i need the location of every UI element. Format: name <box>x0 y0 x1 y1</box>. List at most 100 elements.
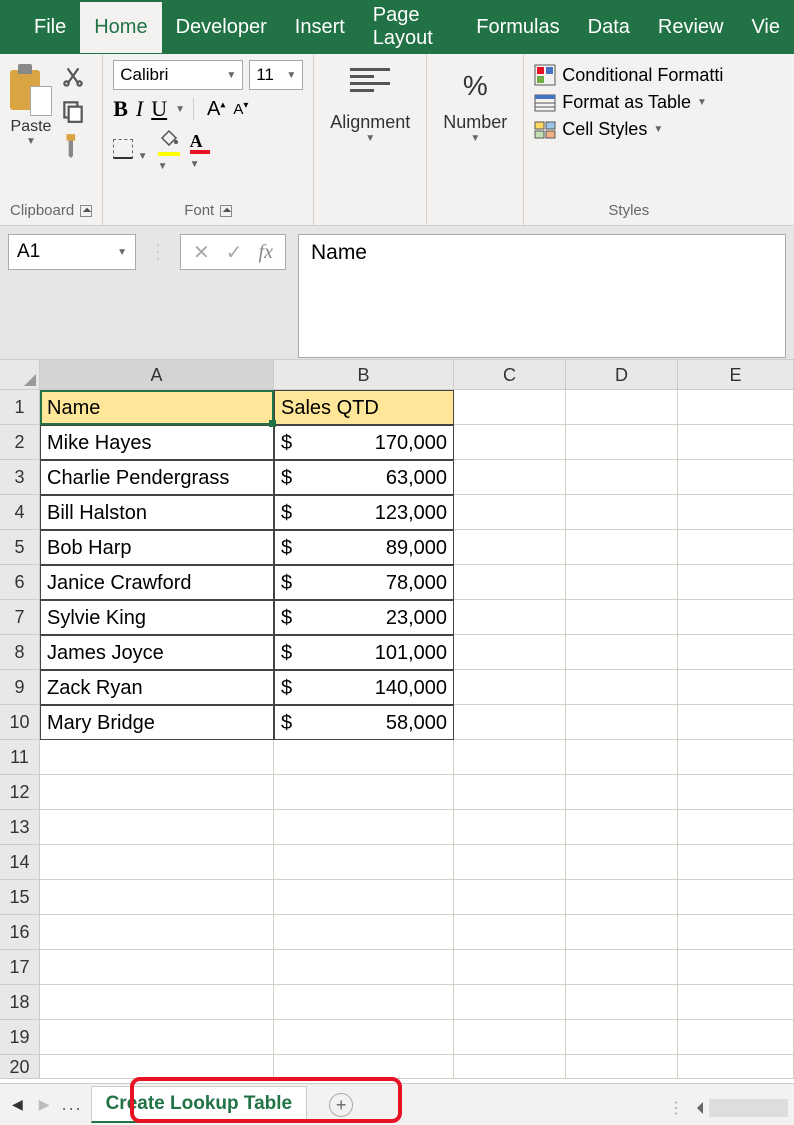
cell[interactable]: Bill Halston <box>40 495 274 530</box>
cell[interactable] <box>678 810 794 845</box>
select-all-button[interactable] <box>0 360 40 389</box>
cell[interactable] <box>40 845 274 880</box>
cell[interactable] <box>274 1055 454 1079</box>
add-sheet-button[interactable]: + <box>329 1093 353 1117</box>
format-painter-icon[interactable] <box>60 132 86 158</box>
cancel-formula-icon[interactable]: ✕ <box>193 240 210 265</box>
sheet-menu-icon[interactable]: ... <box>62 1094 83 1115</box>
fill-color-button[interactable]: ▼ <box>158 128 180 174</box>
row-header[interactable]: 13 <box>0 810 40 845</box>
cell[interactable]: $123,000 <box>274 495 454 530</box>
row-header[interactable]: 2 <box>0 425 40 460</box>
row-header[interactable]: 10 <box>0 705 40 740</box>
dialog-launcher-icon[interactable] <box>220 205 232 217</box>
cell[interactable] <box>274 1020 454 1055</box>
cell[interactable] <box>40 740 274 775</box>
cell[interactable] <box>566 635 678 670</box>
cell[interactable] <box>566 495 678 530</box>
cell[interactable] <box>678 985 794 1020</box>
tab-view[interactable]: Vie <box>737 2 794 53</box>
cell[interactable] <box>454 775 566 810</box>
number-button[interactable]: % Number ▼ <box>437 60 513 144</box>
cell[interactable] <box>678 425 794 460</box>
cell[interactable]: $101,000 <box>274 635 454 670</box>
cell[interactable]: Bob Harp <box>40 530 274 565</box>
chevron-down-icon[interactable]: ▼ <box>226 70 236 81</box>
tab-home[interactable]: Home <box>80 2 161 53</box>
cell[interactable]: Name <box>40 390 274 425</box>
cell[interactable] <box>454 705 566 740</box>
row-header[interactable]: 16 <box>0 915 40 950</box>
row-header[interactable]: 17 <box>0 950 40 985</box>
cell[interactable] <box>678 565 794 600</box>
cell[interactable] <box>678 390 794 425</box>
cell[interactable] <box>678 460 794 495</box>
cell[interactable] <box>566 390 678 425</box>
cell[interactable] <box>566 565 678 600</box>
cell[interactable] <box>454 1020 566 1055</box>
cell[interactable] <box>274 950 454 985</box>
chevron-down-icon[interactable]: ▼ <box>286 70 296 81</box>
cell-styles-button[interactable]: Cell Styles ▼ <box>534 119 723 140</box>
cell[interactable]: $78,000 <box>274 565 454 600</box>
cell[interactable] <box>678 950 794 985</box>
column-header[interactable]: E <box>678 360 794 389</box>
cell[interactable] <box>454 390 566 425</box>
copy-icon[interactable] <box>60 98 86 124</box>
tab-file[interactable]: File <box>20 2 80 53</box>
cell[interactable] <box>454 530 566 565</box>
cell[interactable] <box>454 425 566 460</box>
cell[interactable] <box>566 985 678 1020</box>
chevron-down-icon[interactable]: ▼ <box>10 136 52 147</box>
cell[interactable]: Mary Bridge <box>40 705 274 740</box>
cell[interactable] <box>678 740 794 775</box>
row-header[interactable]: 1 <box>0 390 40 425</box>
borders-button[interactable]: ▼ <box>113 139 147 164</box>
fx-icon[interactable]: fx <box>259 241 273 264</box>
cell[interactable] <box>274 880 454 915</box>
chevron-down-icon[interactable]: ▼ <box>117 247 127 258</box>
column-header[interactable]: D <box>566 360 678 389</box>
cell[interactable]: Zack Ryan <box>40 670 274 705</box>
row-header[interactable]: 5 <box>0 530 40 565</box>
cell[interactable] <box>454 950 566 985</box>
cell[interactable]: $63,000 <box>274 460 454 495</box>
grow-font-button[interactable]: A▴ <box>207 98 225 121</box>
cell[interactable] <box>40 950 274 985</box>
cut-icon[interactable] <box>60 64 86 90</box>
format-as-table-button[interactable]: Format as Table ▼ <box>534 92 723 113</box>
cell[interactable]: Sales QTD <box>274 390 454 425</box>
column-header[interactable]: A <box>40 360 274 389</box>
cell[interactable] <box>454 495 566 530</box>
cell[interactable] <box>454 670 566 705</box>
cell[interactable] <box>274 985 454 1020</box>
cell[interactable] <box>454 915 566 950</box>
alignment-button[interactable]: Alignment ▼ <box>324 60 416 144</box>
column-header[interactable]: B <box>274 360 454 389</box>
cell[interactable] <box>274 915 454 950</box>
font-color-button[interactable]: A ▼ <box>190 131 210 172</box>
cell[interactable] <box>454 880 566 915</box>
font-name-select[interactable]: Calibri▼ <box>113 60 243 90</box>
drag-handle-icon[interactable]: ⋮ <box>668 1098 685 1118</box>
cell[interactable] <box>566 600 678 635</box>
row-header[interactable]: 9 <box>0 670 40 705</box>
cell[interactable]: $140,000 <box>274 670 454 705</box>
cell[interactable]: $89,000 <box>274 530 454 565</box>
cell[interactable] <box>678 845 794 880</box>
cell[interactable] <box>40 880 274 915</box>
cell[interactable] <box>678 495 794 530</box>
cell[interactable] <box>454 740 566 775</box>
cell[interactable] <box>40 810 274 845</box>
font-size-select[interactable]: 11▼ <box>249 60 303 90</box>
cell[interactable]: Mike Hayes <box>40 425 274 460</box>
sheet-nav-next[interactable]: ▶ <box>35 1096 54 1113</box>
cell[interactable] <box>678 635 794 670</box>
cell[interactable] <box>566 950 678 985</box>
sheet-nav-prev[interactable]: ◀ <box>8 1096 27 1113</box>
cell[interactable] <box>274 810 454 845</box>
underline-button[interactable]: U <box>151 96 167 122</box>
cell[interactable] <box>40 1020 274 1055</box>
name-box[interactable]: A1▼ <box>8 234 136 270</box>
cell[interactable] <box>566 740 678 775</box>
